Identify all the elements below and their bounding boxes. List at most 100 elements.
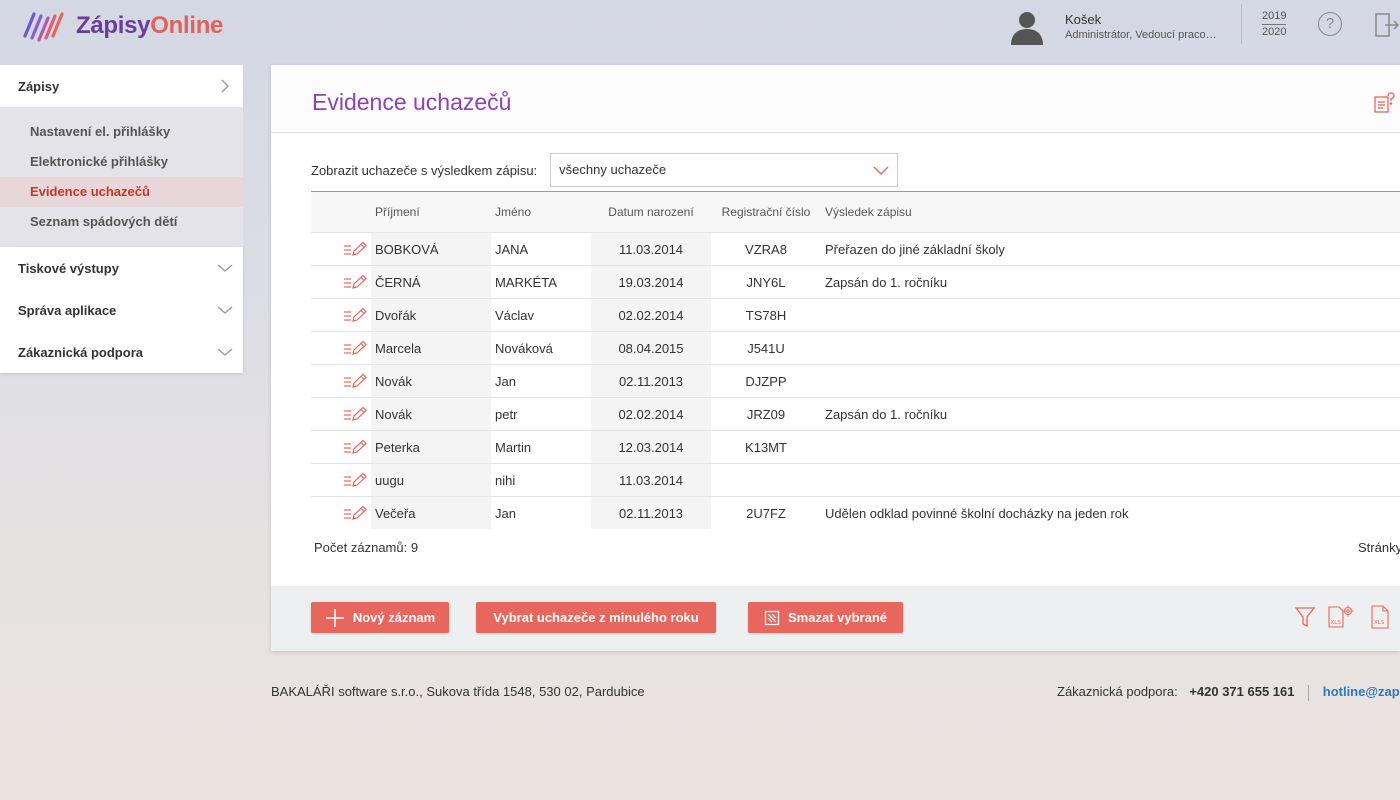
cell-reg: J541U: [747, 340, 785, 356]
chevron-down-icon: [217, 264, 233, 272]
cell-reg: JNY6L: [746, 274, 786, 290]
sidebar-subitem-elektronicke[interactable]: Elektronické přihlášky: [0, 147, 243, 177]
table-row[interactable]: uugu nihi 11.03.2014: [311, 463, 1400, 496]
cell-surname: Dvořák: [371, 299, 491, 331]
edit-icon[interactable]: [311, 332, 371, 364]
sidebar-item-podpora[interactable]: Zákaznická podpora: [0, 331, 243, 373]
cell-reg: [711, 464, 821, 496]
chevron-down-icon: [217, 348, 233, 356]
cell-name: JANA: [495, 241, 529, 257]
user-menu[interactable]: Košek Administrátor, Vedoucí praco…: [1008, 6, 1217, 46]
select-previous-year-button[interactable]: Vybrat uchazeče z minulého roku: [476, 602, 716, 633]
table-row[interactable]: Novák Jan 02.11.2013 DJZPP: [311, 364, 1400, 397]
delete-selected-button[interactable]: Smazat vybrané: [748, 602, 903, 633]
edit-icon[interactable]: [311, 233, 371, 265]
cell-dob: 19.03.2014: [591, 266, 711, 298]
cell-surname: Novák: [371, 365, 491, 397]
year-end: 2020: [1262, 26, 1287, 38]
card-header: Evidence uchazečů: [271, 65, 1400, 133]
cell-result: Zapsán do 1. ročníku: [825, 406, 948, 422]
table-row[interactable]: ČERNÁ MARKÉTA 19.03.2014 JNY6L Zapsán do 1. …: [311, 265, 1400, 298]
table-row[interactable]: Večeřa Jan 02.11.2013 2U7FZ Udělen odklad po…: [311, 496, 1400, 529]
cell-name: Jan: [495, 373, 516, 389]
sidebar: Zápisy Nastavení el. přihlášky Elektroni…: [0, 65, 243, 373]
cell-dob: 02.02.2014: [591, 398, 711, 430]
edit-icon[interactable]: [311, 497, 371, 529]
cell-reg: VZRA8: [745, 241, 787, 257]
result-filter: Zobrazit uchazeče s výsledkem zápisu: vš…: [311, 153, 899, 187]
edit-icon[interactable]: [311, 431, 371, 463]
cell-result: [821, 464, 1400, 496]
sidebar-subitem-seznam[interactable]: Seznam spádových dětí: [0, 207, 243, 237]
cell-reg: K13MT: [745, 439, 787, 455]
logo[interactable]: ZápisyOnline: [22, 6, 223, 46]
col-header-dob[interactable]: Datum narození: [591, 192, 711, 232]
filter-value: všechny uchazeče: [559, 162, 667, 177]
sidebar-item-label: Zápisy: [18, 78, 60, 94]
edit-icon[interactable]: [311, 398, 371, 430]
logo-text: ZápisyOnline: [76, 12, 223, 40]
cell-name: Martin: [495, 439, 532, 455]
plus-icon: [325, 608, 344, 627]
year-start: 2019: [1262, 9, 1287, 25]
sidebar-item-label: Správa aplikace: [18, 302, 117, 318]
cell-result: [821, 431, 1400, 463]
cell-dob: 08.04.2015: [591, 332, 711, 364]
cell-result: Zapsán do 1. ročníku: [825, 274, 948, 290]
table-row[interactable]: Peterka Martin 12.03.2014 K13MT: [311, 430, 1400, 463]
edit-icon[interactable]: [311, 266, 371, 298]
action-bar: Nový záznam Vybrat uchazeče z minulého r…: [271, 586, 1400, 651]
result-filter-select[interactable]: všechny uchazeče: [550, 153, 899, 187]
support-email-link[interactable]: hotline@zapi: [1323, 684, 1400, 699]
select-previous-year-label: Vybrat uchazeče z minulého roku: [493, 610, 699, 625]
edit-icon[interactable]: [311, 299, 371, 331]
cell-name: nihi: [495, 472, 516, 488]
table-row[interactable]: Novák petr 02.02.2014 JRZ09 Zapsán do 1. roč…: [311, 397, 1400, 430]
cell-dob: 02.11.2013: [591, 497, 711, 529]
col-header-reg[interactable]: Registrační číslo: [711, 192, 821, 232]
table-row[interactable]: Dvořák Václav 02.02.2014 TS78H: [311, 298, 1400, 331]
sidebar-item-sprava[interactable]: Správa aplikace: [0, 289, 243, 331]
new-record-button[interactable]: Nový záznam: [311, 602, 449, 633]
filter-icon[interactable]: [1293, 604, 1317, 630]
user-avatar-icon: [1008, 7, 1046, 45]
cell-reg: TS78H: [745, 307, 787, 323]
cell-surname: Marcela: [371, 332, 491, 364]
sidebar-subitem-evidence[interactable]: Evidence uchazečů: [0, 177, 243, 207]
table-row[interactable]: BOBKOVÁ JANA 11.03.2014 VZRA8 Přeřazen do ji…: [311, 232, 1400, 265]
user-role: Administrátor, Vedoucí praco…: [1065, 28, 1217, 41]
sidebar-subitem-nastaveni[interactable]: Nastavení el. přihlášky: [0, 117, 243, 147]
logout-icon[interactable]: [1374, 12, 1400, 38]
support-phone[interactable]: +420 371 655 161: [1189, 684, 1294, 699]
support-label: Zákaznická podpora:: [1057, 684, 1178, 699]
edit-icon[interactable]: [311, 464, 371, 496]
applicants-table: Příjmení Jméno Datum narození Registračn…: [311, 191, 1400, 529]
cell-result: [821, 365, 1400, 397]
page-help-icon[interactable]: [1373, 92, 1395, 114]
support-contact: Zákaznická podpora: +420 371 655 161 hot…: [1057, 684, 1400, 701]
school-year-switch[interactable]: 2019 2020: [1262, 9, 1287, 40]
table-body: BOBKOVÁ JANA 11.03.2014 VZRA8 Přeřazen do ji…: [311, 232, 1400, 529]
sidebar-item-label: Tiskové výstupy: [18, 260, 119, 276]
xls-export-icon[interactable]: XLS: [1369, 604, 1393, 630]
table-row[interactable]: Marcela Nováková 08.04.2015 J541U: [311, 331, 1400, 364]
cell-dob: 02.02.2014: [591, 299, 711, 331]
cell-reg: 2U7FZ: [746, 505, 786, 521]
cell-dob: 11.03.2014: [591, 464, 711, 496]
help-icon[interactable]: ?: [1318, 12, 1342, 36]
xls-settings-icon[interactable]: XLS: [1327, 604, 1354, 630]
logo-icon: [23, 12, 64, 42]
sidebar-item-tiskove[interactable]: Tiskové výstupy: [0, 247, 243, 289]
delete-selected-label: Smazat vybrané: [788, 610, 887, 625]
cell-surname: Večeřa: [371, 497, 491, 529]
col-header-result[interactable]: Výsledek zápisu: [821, 192, 1400, 232]
col-header-name[interactable]: Jméno: [491, 192, 591, 232]
sidebar-item-zapisy[interactable]: Zápisy: [0, 65, 243, 107]
cell-surname: Novák: [371, 398, 491, 430]
edit-icon[interactable]: [311, 365, 371, 397]
cell-surname: ČERNÁ: [371, 266, 491, 298]
page-title: Evidence uchazečů: [312, 89, 512, 115]
cell-dob: 12.03.2014: [591, 431, 711, 463]
col-header-surname[interactable]: Příjmení: [371, 192, 491, 232]
cell-result: Přeřazen do jiné základní školy: [825, 241, 1005, 257]
